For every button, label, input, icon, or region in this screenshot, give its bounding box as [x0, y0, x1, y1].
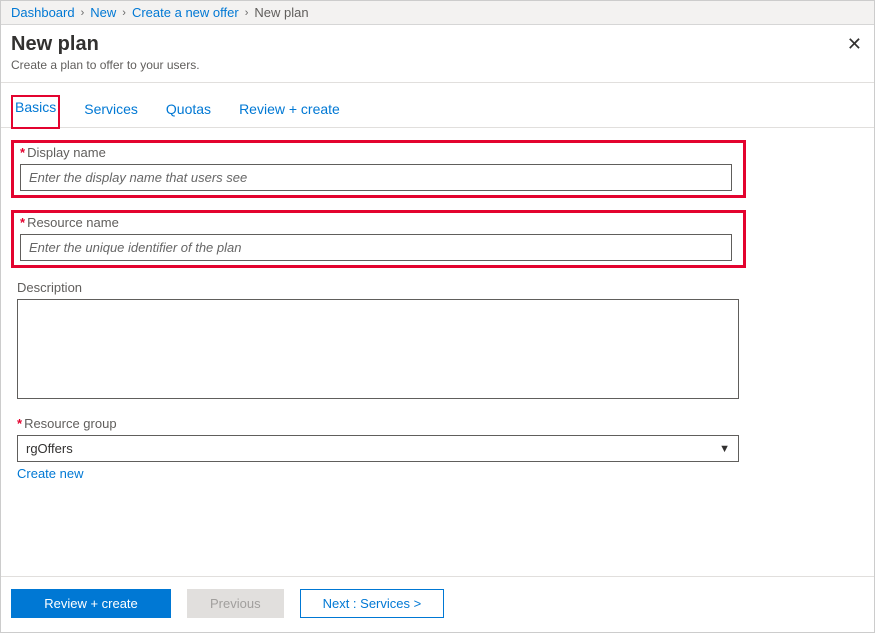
tab-basics-label: Basics: [15, 99, 56, 115]
display-name-label: *Display name: [20, 143, 737, 160]
resource-name-group: *Resource name: [11, 210, 746, 268]
display-name-label-text: Display name: [27, 145, 106, 160]
display-name-input-wrap: [20, 164, 732, 191]
resource-name-input[interactable]: [21, 235, 731, 260]
review-create-button[interactable]: Review + create: [11, 589, 171, 618]
page-title: New plan: [11, 33, 864, 56]
resource-name-label: *Resource name: [20, 213, 737, 230]
display-name-input[interactable]: [21, 165, 731, 190]
footer: Review + create Previous Next : Services…: [1, 576, 874, 630]
required-mark: *: [20, 215, 25, 230]
breadcrumb-dashboard[interactable]: Dashboard: [11, 5, 75, 20]
required-mark: *: [17, 416, 22, 431]
description-group: Description: [11, 280, 864, 402]
breadcrumb-current: New plan: [254, 5, 308, 20]
required-mark: *: [20, 145, 25, 160]
close-icon[interactable]: ✕: [847, 35, 862, 53]
tabs: Basics Services Quotas Review + create: [1, 83, 874, 128]
description-label: Description: [17, 280, 864, 295]
resource-group-select[interactable]: rgOffers ▼: [17, 435, 739, 462]
resource-name-input-wrap: [20, 234, 732, 261]
resource-group-label: *Resource group: [17, 416, 864, 431]
tab-quotas[interactable]: Quotas: [162, 95, 215, 127]
form: *Display name *Resource name Description…: [1, 128, 874, 481]
previous-button: Previous: [187, 589, 284, 618]
breadcrumb: Dashboard › New › Create a new offer › N…: [1, 1, 874, 25]
chevron-right-icon: ›: [81, 7, 85, 19]
tab-review-create[interactable]: Review + create: [235, 95, 344, 127]
description-input[interactable]: [17, 299, 739, 399]
create-new-link[interactable]: Create new: [17, 466, 83, 481]
display-name-group: *Display name: [11, 140, 746, 198]
chevron-right-icon: ›: [245, 7, 249, 19]
resource-group-label-text: Resource group: [24, 416, 117, 431]
page-subtitle: Create a plan to offer to your users.: [11, 58, 864, 72]
resource-name-label-text: Resource name: [27, 215, 119, 230]
tab-services[interactable]: Services: [80, 95, 142, 127]
chevron-right-icon: ›: [122, 7, 126, 19]
tab-basics[interactable]: Basics: [11, 95, 60, 129]
page-header: New plan Create a plan to offer to your …: [1, 25, 874, 83]
breadcrumb-create-offer[interactable]: Create a new offer: [132, 5, 239, 20]
breadcrumb-new[interactable]: New: [90, 5, 116, 20]
chevron-down-icon: ▼: [719, 443, 730, 455]
resource-group-value: rgOffers: [26, 441, 73, 456]
next-button[interactable]: Next : Services >: [300, 589, 445, 618]
resource-group-field: *Resource group rgOffers ▼ Create new: [11, 416, 864, 481]
